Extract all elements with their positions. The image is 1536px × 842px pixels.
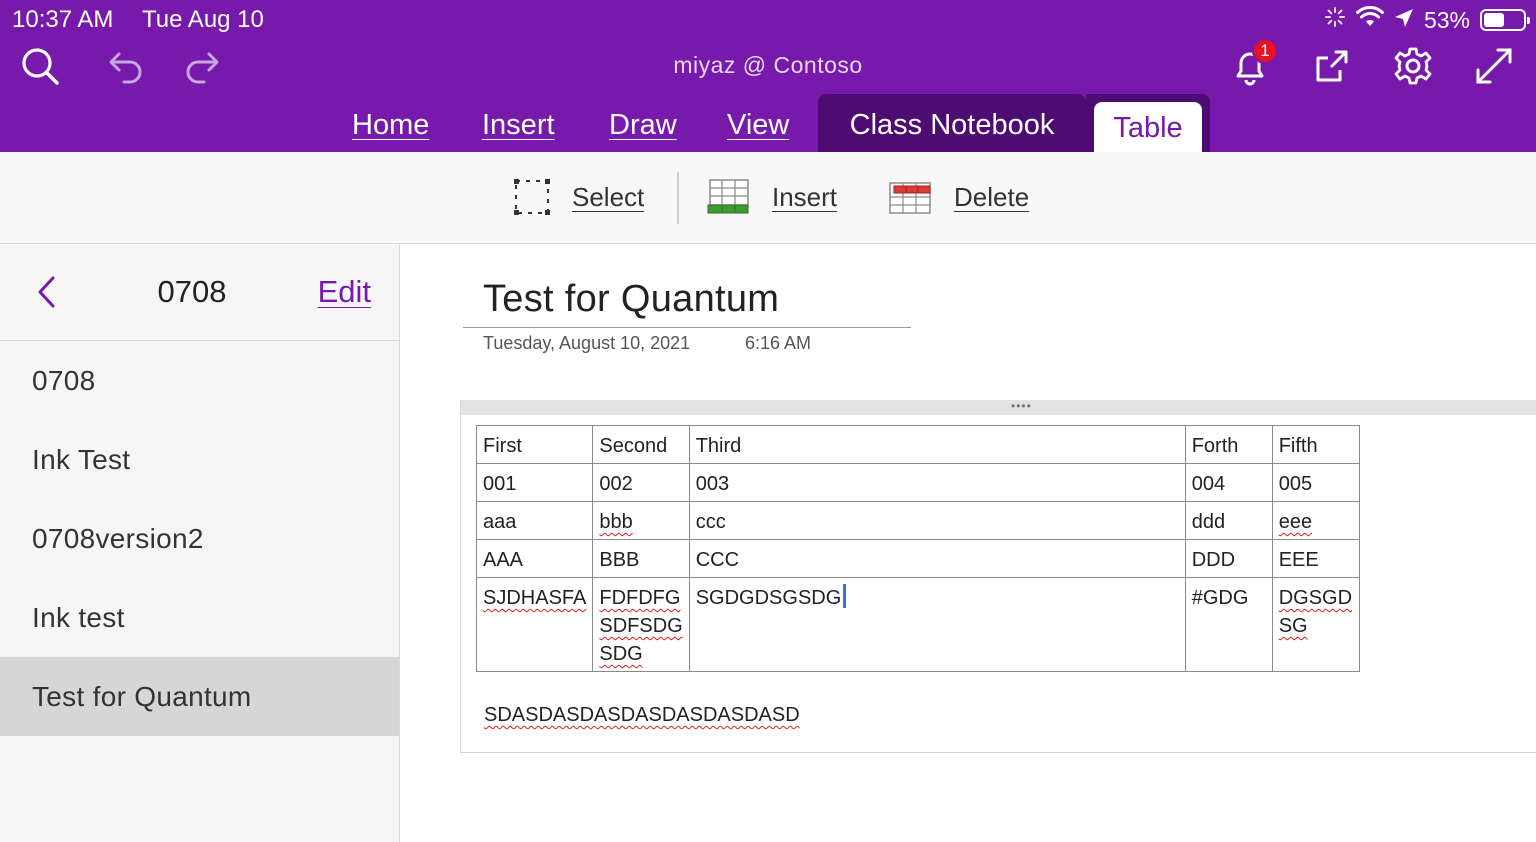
table-cell[interactable]: bbb (592, 501, 690, 540)
text-cursor (843, 584, 847, 608)
share-icon[interactable] (1308, 42, 1356, 90)
table-cell[interactable]: DDD (1184, 539, 1273, 578)
delete-label: Delete (954, 181, 1030, 212)
edit-button[interactable]: Edit (318, 274, 371, 310)
table-cell[interactable]: Fifth (1271, 425, 1360, 464)
table-cell[interactable]: EEE (1271, 539, 1360, 578)
wifi-icon (1355, 5, 1384, 34)
table-cell-active[interactable]: SGDGDSGSDG (688, 577, 1186, 672)
ribbon-divider (677, 172, 679, 224)
page-item-test-for-quantum[interactable]: Test for Quantum (0, 657, 399, 736)
cell-text: SGDGDSGSDG (695, 587, 842, 609)
table-cell[interactable]: ccc (688, 501, 1186, 540)
page-time: 6:16 AM (745, 333, 812, 353)
drag-handle-icon: •••• (1011, 399, 1032, 413)
app-title: miyaz @ Contoso (673, 52, 863, 78)
table-cell[interactable]: CCC (688, 539, 1186, 578)
table-cell[interactable]: #GDG (1184, 577, 1273, 672)
table-cell[interactable]: aaa (475, 501, 594, 540)
top-bar: 10:37 AM Tue Aug 10 53% miyaz @ Contoso … (0, 0, 1536, 152)
insert-label: Insert (772, 181, 838, 212)
table-cell[interactable]: 005 (1271, 463, 1360, 502)
table-row: 001 002 003 004 005 (475, 463, 1360, 502)
table-row: First Second Third Forth Fifth (475, 425, 1360, 464)
delete-button[interactable]: Delete (888, 176, 1029, 218)
table-cell[interactable]: 002 (592, 463, 690, 502)
page-date: Tuesday, August 10, 2021 (483, 333, 691, 353)
misspelled-word: SDFSDG (599, 615, 683, 637)
table-cell[interactable]: Forth (1184, 425, 1273, 464)
tab-view[interactable]: View (727, 94, 789, 152)
misspelled-word: SDASDASDASDASDASDASDASD (484, 704, 800, 726)
note-paragraph[interactable]: SDASDASDASDASDASDASDASD (484, 704, 800, 727)
contextual-tab-group: Class Notebook (818, 94, 1086, 152)
tab-home[interactable]: Home (352, 94, 429, 152)
table-row: aaa bbb ccc ddd eee (475, 501, 1360, 540)
expand-icon[interactable] (1470, 42, 1518, 90)
status-time: 10:37 AM (12, 6, 114, 33)
activity-icon (1324, 6, 1346, 34)
ribbon-toolbar: Select Insert Delete (0, 152, 1536, 244)
select-label: Select (572, 181, 645, 212)
misspelled-word: eee (1278, 511, 1313, 533)
table-cell[interactable]: 003 (688, 463, 1186, 502)
tab-table[interactable]: Table (1094, 102, 1202, 152)
insert-button[interactable]: Insert (706, 176, 837, 218)
table-cell[interactable]: First (475, 425, 594, 464)
note-canvas[interactable]: Test for Quantum Tuesday, August 10, 202… (401, 244, 1536, 842)
page-list-pane: 0708 Edit 0708 Ink Test 0708version2 Ink… (0, 244, 400, 842)
select-button[interactable]: Select (512, 176, 644, 218)
select-table-icon (514, 179, 550, 215)
table-row: AAA BBB CCC DDD EEE (475, 539, 1360, 578)
table-cell[interactable]: AAA (475, 539, 594, 578)
page-list-header: 0708 Edit (0, 244, 399, 341)
table-cell[interactable]: eee (1271, 501, 1360, 540)
misspelled-word: SDG (599, 643, 643, 665)
battery-icon (1480, 9, 1530, 31)
page-item-0708[interactable]: 0708 (0, 341, 399, 420)
misspelled-word: DGSGD (1278, 587, 1353, 609)
tab-draw[interactable]: Draw (609, 94, 677, 152)
table-cell[interactable]: DGSGD SG (1271, 577, 1360, 672)
table-cell[interactable]: 001 (475, 463, 594, 502)
note-container[interactable]: •••• First Second Third Forth Fifth 001 … (460, 400, 1536, 753)
insert-row-icon (707, 179, 749, 214)
table-cell[interactable]: BBB (592, 539, 690, 578)
misspelled-word: SG (1278, 615, 1308, 637)
misspelled-word: FDFDFG (599, 587, 681, 609)
page-title[interactable]: Test for Quantum (483, 278, 779, 321)
table-row: SJDHASFA FDFDFG SDFSDG SDG SGDGDSGSDG #G… (475, 577, 1360, 672)
contextual-tab-group-table: Table (1086, 94, 1210, 152)
delete-row-icon (889, 182, 931, 214)
tab-class-notebook[interactable]: Class Notebook (818, 94, 1086, 152)
battery-fill (1484, 13, 1504, 27)
table-cell[interactable]: FDFDFG SDFSDG SDG (592, 577, 690, 672)
notification-badge: 1 (1252, 38, 1278, 64)
table-cell[interactable]: SJDHASFA (475, 577, 594, 672)
notifications-button[interactable]: 1 (1226, 38, 1278, 90)
page-item-ink-test[interactable]: Ink Test (0, 420, 399, 499)
table-cell[interactable]: 004 (1184, 463, 1273, 502)
page-item-0708version2[interactable]: 0708version2 (0, 499, 399, 578)
battery-percent: 53% (1423, 6, 1470, 33)
page-item-ink-test-2[interactable]: Ink test (0, 578, 399, 657)
location-icon (1394, 7, 1414, 34)
note-table[interactable]: First Second Third Forth Fifth 001 002 0… (475, 425, 1360, 672)
gear-icon[interactable] (1389, 42, 1437, 90)
ribbon-tabs: Home Insert Draw View Class Notebook Tab… (0, 94, 1536, 152)
container-drag-handle[interactable]: •••• (461, 400, 1536, 415)
table-cell[interactable]: Second (592, 425, 690, 464)
table-cell[interactable]: ddd (1184, 501, 1273, 540)
table-cell[interactable]: Third (688, 425, 1186, 464)
title-underline (463, 327, 911, 328)
misspelled-word: SJDHASFA (483, 587, 587, 609)
tab-insert[interactable]: Insert (482, 94, 555, 152)
misspelled-word: bbb (599, 511, 633, 533)
status-date: Tue Aug 10 (142, 6, 264, 33)
status-right: 53% (1324, 5, 1530, 34)
